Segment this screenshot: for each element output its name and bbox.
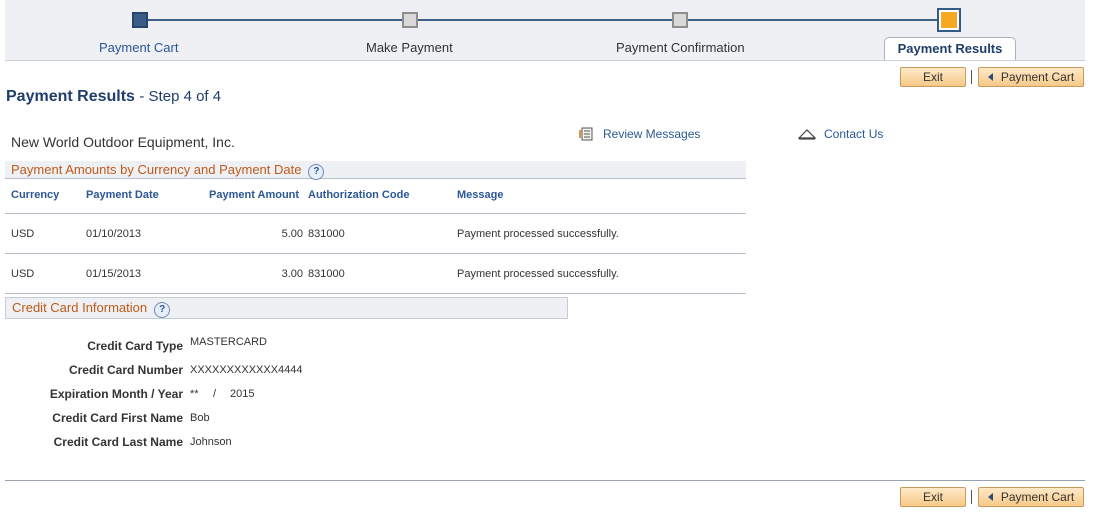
cell-payment-date: 01/15/2013 [86,268,142,280]
cell-message: Payment processed successfully. [457,268,619,280]
review-messages-icon [579,127,593,141]
step-make-payment: Make Payment [366,40,453,55]
bottom-divider [5,480,1085,481]
exit-button-bottom[interactable]: Exit [900,487,966,507]
expiration-year-value: 2015 [230,388,255,400]
page-title: Payment Results - Step 4 of 4 [6,88,221,106]
col-authorization-code: Authorization Code [308,189,410,201]
company-name: New World Outdoor Equipment, Inc. [11,134,235,150]
cell-authorization-code: 831000 [308,268,345,280]
table-row: USD 01/10/2013 5.00 831000 Payment proce… [5,214,746,254]
contact-us-link[interactable]: Contact Us [797,127,884,141]
help-icon[interactable]: ? [308,164,325,180]
cell-message: Payment processed successfully. [457,228,619,240]
button-separator [971,70,972,84]
payments-grid-title-text: Payment Amounts by Currency and Payment … [11,162,302,177]
back-arrow-icon [987,73,993,81]
contact-us-icon [797,129,817,140]
col-payment-date: Payment Date [86,189,159,201]
payment-cart-button-label: Payment Cart [1000,490,1075,504]
first-name-label: Credit Card First Name [52,411,183,425]
step-node-payment-results [937,8,961,32]
cell-payment-date: 01/10/2013 [86,228,142,240]
back-arrow-icon [987,493,993,501]
last-name-label: Credit Card Last Name [53,435,183,449]
payment-cart-button-label: Payment Cart [1000,70,1075,84]
card-number-value: XXXXXXXXXXXX4444 [190,364,303,376]
exit-button-top[interactable]: Exit [900,67,966,87]
cell-authorization-code: 831000 [308,228,345,240]
step-payment-results: Payment Results [884,37,1016,60]
page-title-text: Payment Results [6,88,135,105]
review-messages-link[interactable]: Review Messages [579,127,700,141]
payment-cart-button-bottom[interactable]: Payment Cart [978,487,1084,507]
card-number-label: Credit Card Number [68,363,183,377]
cell-payment-amount: 5.00 [281,228,303,240]
payment-cart-button-top[interactable]: Payment Cart [978,67,1084,87]
table-row: USD 01/15/2013 3.00 831000 Payment proce… [5,254,746,294]
progress-track [139,19,949,21]
step-node-payment-cart[interactable] [132,12,148,28]
payments-grid-title: Payment Amounts by Currency and Payment … [5,161,746,180]
step-node-payment-confirmation [672,12,688,28]
payments-grid-header: Currency Payment Date Payment Amount Aut… [5,179,746,214]
col-currency: Currency [11,189,60,201]
button-separator [971,490,972,504]
card-type-value: MASTERCARD [190,336,268,348]
col-message: Message [457,189,504,201]
card-type-label: Credit Card Type [87,339,183,353]
contact-us-label: Contact Us [824,127,884,141]
cell-currency: USD [11,268,35,280]
step-node-make-payment [402,12,418,28]
col-payment-amount: Payment Amount [209,189,300,201]
cell-currency: USD [11,228,35,240]
step-payment-confirmation: Payment Confirmation [616,40,745,55]
cell-payment-amount: 3.00 [281,268,303,280]
first-name-value: Bob [190,412,210,424]
expiration-label: Expiration Month / Year [49,387,183,401]
expiration-month-value: ** [190,388,199,400]
help-icon[interactable]: ? [154,302,171,318]
credit-card-section-title-text: Credit Card Information [12,300,148,315]
step-payment-cart[interactable]: Payment Cart [99,40,178,55]
page-step-text: - Step 4 of 4 [139,88,222,105]
expiration-separator: / [213,388,217,400]
credit-card-section-title: Credit Card Information? [5,297,568,319]
last-name-value: Johnson [190,436,232,448]
payments-grid: Payment Amounts by Currency and Payment … [5,161,746,294]
review-messages-label: Review Messages [603,127,701,141]
